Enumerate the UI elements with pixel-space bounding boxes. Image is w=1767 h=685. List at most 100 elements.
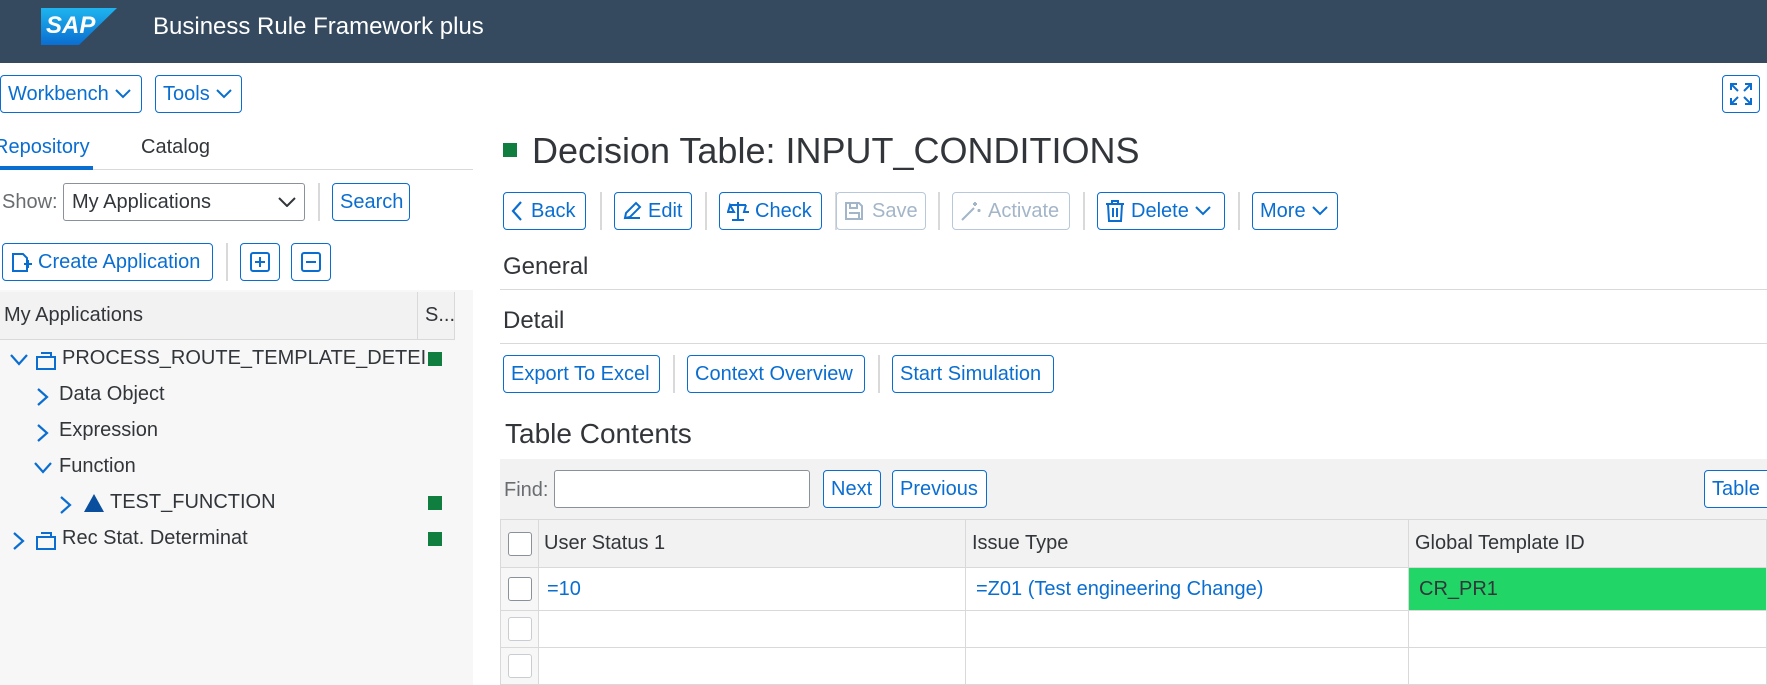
previous-button[interactable]: Previous (892, 470, 987, 508)
find-label: Find: (504, 479, 549, 501)
column-separator (417, 292, 418, 340)
delete-menu-button[interactable]: Delete (1097, 192, 1225, 230)
table-cell[interactable] (1409, 648, 1767, 685)
collapse-all-button[interactable] (291, 243, 331, 281)
workbench-menu-button[interactable]: Workbench (0, 75, 142, 113)
pencil-icon (623, 201, 642, 220)
context-overview-button[interactable]: Context Overview (687, 355, 865, 393)
application-folder-icon (36, 352, 56, 370)
save-button[interactable]: Save (836, 192, 926, 230)
section-detail[interactable]: Detail (503, 307, 564, 335)
workbench-label: Workbench (8, 82, 109, 105)
section-divider (500, 289, 1767, 290)
table-cell[interactable]: CR_PR1 (1409, 568, 1767, 611)
tree-item-data-object[interactable]: Data Object (0, 377, 455, 413)
show-select-value: My Applications (72, 190, 211, 213)
tree-item-function[interactable]: Function (0, 449, 455, 485)
tree-header-status[interactable]: S... (425, 304, 455, 327)
shell-bar: SAP Business Rule Framework plus (0, 0, 1767, 63)
application-folder-icon (36, 532, 56, 550)
tab-catalog[interactable]: Catalog (141, 136, 210, 159)
tree-item-label: TEST_FUNCTION (110, 491, 276, 513)
table-settings-button[interactable]: Table (1704, 470, 1767, 508)
export-to-excel-button[interactable]: Export To Excel (503, 355, 660, 393)
page-title: Decision Table: INPUT_CONDITIONS (532, 130, 1140, 171)
collapse-all-icon (301, 252, 321, 272)
table-cell[interactable] (539, 648, 966, 685)
export-label: Export To Excel (511, 362, 650, 385)
table-cell[interactable] (966, 611, 1409, 648)
activate-button[interactable]: Activate (952, 192, 1070, 230)
row-selector (500, 568, 539, 611)
show-select[interactable]: My Applications (63, 183, 305, 221)
select-all-checkbox[interactable] (508, 531, 532, 556)
tab-repository[interactable]: Repository (0, 136, 90, 159)
expand-all-button[interactable] (240, 243, 280, 281)
column-header[interactable]: User Status 1 (539, 519, 966, 568)
tree-item-label: Function (59, 455, 136, 477)
select-all-cell (500, 519, 539, 568)
status-active-icon (428, 532, 442, 546)
tree-item-label: Rec Stat. Determinat (62, 527, 248, 549)
chevron-right-icon[interactable] (60, 496, 72, 514)
back-button[interactable]: Back (503, 192, 586, 230)
separator (1083, 192, 1085, 230)
more-menu-button[interactable]: More (1252, 192, 1338, 230)
row-checkbox[interactable] (508, 654, 532, 678)
column-header[interactable]: Issue Type (966, 519, 1409, 568)
status-active-icon (503, 143, 517, 157)
table-cell[interactable] (539, 611, 966, 648)
chevron-down-icon (115, 89, 131, 99)
search-button[interactable]: Search (332, 183, 410, 221)
row-checkbox[interactable] (508, 577, 532, 601)
tree-item-label: Data Object (59, 383, 165, 405)
table-cell[interactable] (1409, 611, 1767, 648)
back-label: Back (531, 199, 576, 222)
check-button[interactable]: Check (719, 192, 822, 230)
tree-item-test-function[interactable]: TEST_FUNCTION (0, 485, 455, 521)
edit-button[interactable]: Edit (614, 192, 692, 230)
tree-item-label: Expression (59, 419, 158, 441)
chevron-right-icon[interactable] (37, 388, 49, 406)
table-cell[interactable] (966, 648, 1409, 685)
row-checkbox[interactable] (508, 617, 532, 641)
create-application-button[interactable]: Create Application (2, 243, 213, 281)
separator (318, 183, 320, 221)
status-active-icon (428, 496, 442, 510)
next-label: Next (831, 477, 873, 500)
separator (600, 192, 602, 230)
chevron-right-icon[interactable] (13, 532, 25, 550)
row-selector (500, 648, 539, 685)
chevron-down-icon[interactable] (34, 462, 52, 474)
context-label: Context Overview (695, 362, 853, 385)
next-button[interactable]: Next (823, 470, 881, 508)
separator (938, 192, 940, 230)
chevron-right-icon[interactable] (37, 424, 49, 442)
find-input[interactable] (554, 470, 810, 508)
tree-item-rec-stat[interactable]: Rec Stat. Determinat (0, 521, 455, 557)
function-triangle-icon (84, 494, 104, 512)
table-cell[interactable]: =Z01 (Test engineering Change) (966, 568, 1409, 611)
decision-table: User Status 1 Issue Type Global Template… (500, 519, 1767, 685)
edit-label: Edit (648, 199, 683, 222)
active-tab-indicator (0, 166, 93, 170)
tree-item-process-route[interactable]: PROCESS_ROUTE_TEMPLATE_DETEI (0, 341, 455, 377)
chevron-down-icon (278, 197, 296, 207)
tools-menu-button[interactable]: Tools (155, 75, 242, 113)
create-icon (12, 253, 32, 272)
row-selector (500, 611, 539, 648)
app-title: Business Rule Framework plus (153, 13, 484, 40)
sap-logo-text: SAP (46, 12, 96, 39)
section-general[interactable]: General (503, 253, 588, 281)
show-label: Show: (2, 191, 58, 213)
table-contents-title: Table Contents (505, 418, 692, 449)
chevron-down-icon[interactable] (10, 354, 28, 366)
tree-item-expression[interactable]: Expression (0, 413, 455, 449)
fullscreen-button[interactable] (1722, 75, 1760, 113)
search-label: Search (340, 190, 404, 213)
table-cell[interactable]: =10 (539, 568, 966, 611)
tree-item-label: PROCESS_ROUTE_TEMPLATE_DETEI (62, 347, 427, 369)
column-header[interactable]: Global Template ID (1409, 519, 1767, 568)
start-simulation-button[interactable]: Start Simulation (892, 355, 1054, 393)
tree-header-name[interactable]: My Applications (4, 304, 143, 327)
